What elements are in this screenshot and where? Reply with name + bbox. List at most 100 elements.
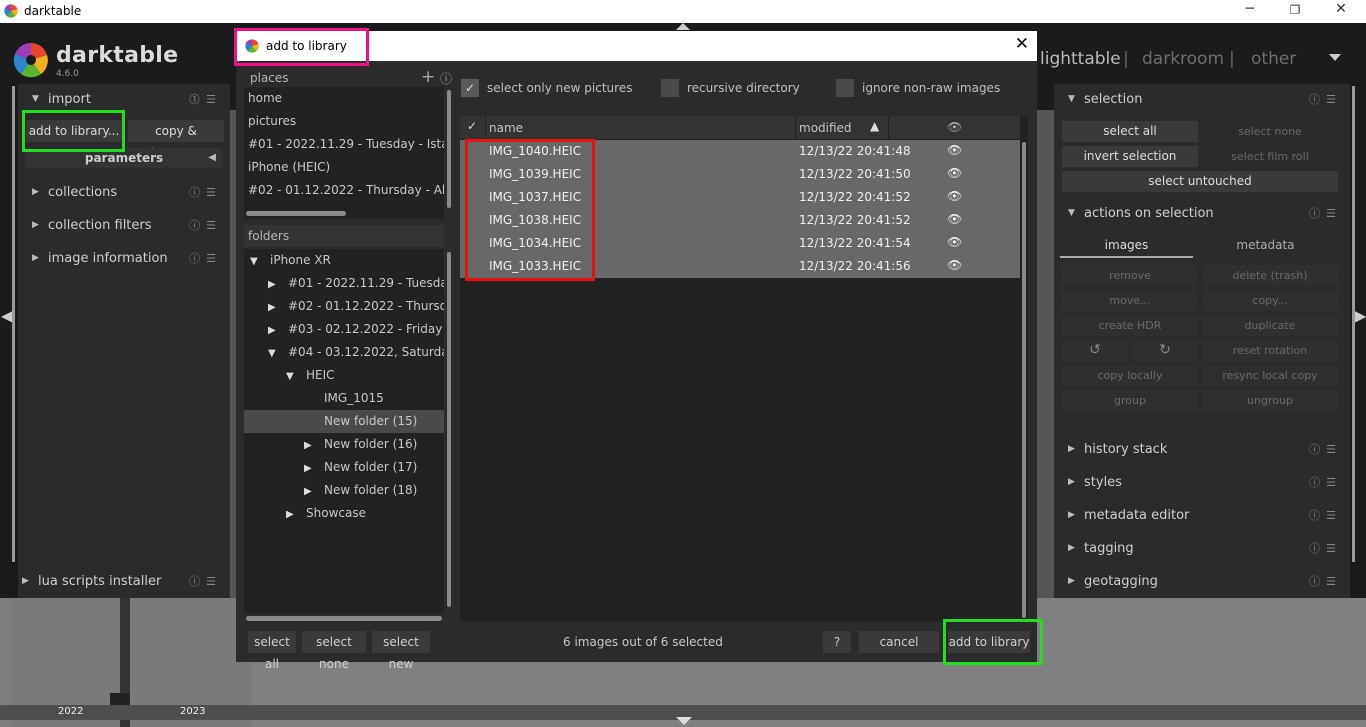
invert-selection-button[interactable]: invert selection bbox=[1062, 146, 1198, 167]
collapsed-arrow-icon[interactable]: ▶ bbox=[268, 319, 284, 341]
right-scrollbar[interactable] bbox=[1352, 86, 1355, 562]
preview-eye-icon[interactable]: 👁 bbox=[947, 143, 962, 157]
folder-item[interactable]: ▶ New folder (16) bbox=[244, 433, 444, 456]
places-hscrollbar[interactable] bbox=[246, 211, 346, 216]
expanded-arrow-icon[interactable]: ▼ bbox=[286, 365, 302, 387]
place-item[interactable]: home bbox=[244, 87, 282, 110]
module-icons[interactable]: ⓘ☰ bbox=[189, 573, 222, 589]
copy-locally-button[interactable]: copy locally bbox=[1062, 365, 1198, 386]
views-dropdown-icon[interactable] bbox=[1329, 54, 1341, 61]
place-item[interactable]: iPhone (HEIC) bbox=[244, 156, 330, 179]
info-icon[interactable]: ⓘ bbox=[440, 70, 452, 87]
collapsed-arrow-icon[interactable]: ▶ bbox=[268, 296, 284, 318]
copy-button[interactable]: copy... bbox=[1202, 290, 1338, 311]
folder-item[interactable]: New folder (15) bbox=[244, 410, 444, 433]
tab-metadata[interactable]: metadata bbox=[1199, 234, 1332, 258]
bottom-panel-toggle-icon[interactable] bbox=[676, 717, 692, 725]
folder-item[interactable]: ▼ iPhone XR bbox=[244, 249, 444, 272]
checkbox-checked[interactable]: ✓ bbox=[461, 79, 479, 97]
checkbox[interactable] bbox=[661, 79, 679, 97]
select-all-button[interactable]: select all bbox=[1062, 121, 1198, 142]
lua-scripts-module-header[interactable]: ▶ lua scripts installer ⓘ☰ bbox=[8, 568, 230, 594]
right-panel-toggle-icon[interactable]: ▶ bbox=[1354, 306, 1366, 325]
close-icon[interactable]: ✕ bbox=[1331, 1, 1351, 17]
folders-hscrollbar[interactable] bbox=[246, 616, 442, 621]
actions-module-header[interactable]: ▼ actions on selection ⓘ☰ bbox=[1054, 200, 1350, 226]
create-hdr-button[interactable]: create HDR bbox=[1062, 315, 1198, 336]
module-icons[interactable]: ⓘ☰ bbox=[189, 184, 222, 200]
restore-icon[interactable]: ❐ bbox=[1285, 3, 1305, 17]
expanded-arrow-icon[interactable]: ▼ bbox=[250, 250, 266, 272]
place-item[interactable]: #02 - 01.12.2022 - Thursday - Alanya bbox=[244, 179, 444, 202]
folder-item[interactable]: ▶ #01 - 2022.11.29 - Tuesday - Istan bbox=[244, 272, 444, 295]
top-panel-toggle-icon[interactable] bbox=[676, 23, 690, 30]
view-lighttable[interactable]: lighttable bbox=[1040, 49, 1121, 69]
select-all-footer-button[interactable]: select all bbox=[248, 631, 296, 671]
folder-item[interactable]: ▶ #03 - 02.12.2022 - Friday - Alany bbox=[244, 318, 444, 341]
module-icons[interactable]: ⓘ☰ bbox=[1309, 91, 1342, 107]
dialog-close-icon[interactable]: ✕ bbox=[1015, 34, 1029, 54]
folder-item[interactable]: IMG_1015 bbox=[244, 387, 444, 410]
geotagging-module-header[interactable]: ▶ geotagging ⓘ☰ bbox=[1054, 568, 1350, 594]
collapsed-arrow-icon[interactable]: ▶ bbox=[304, 480, 320, 502]
rotate-cw-icon[interactable]: ↻ bbox=[1132, 340, 1198, 361]
group-button[interactable]: group bbox=[1062, 390, 1198, 411]
expanded-arrow-icon[interactable]: ▼ bbox=[268, 342, 284, 364]
minimize-icon[interactable]: ─ bbox=[1240, 1, 1260, 17]
preview-eye-icon[interactable]: 👁 bbox=[947, 212, 962, 226]
ungroup-button[interactable]: ungroup bbox=[1202, 390, 1338, 411]
folder-item[interactable]: ▶ Showcase bbox=[244, 502, 444, 525]
select-untouched-button[interactable]: select untouched bbox=[1062, 171, 1338, 192]
view-other[interactable]: other bbox=[1251, 49, 1296, 69]
module-icons[interactable]: ⓘ☰ bbox=[1309, 205, 1342, 221]
select-film-roll-button[interactable]: select film roll bbox=[1202, 146, 1338, 167]
add-place-icon[interactable]: + bbox=[421, 67, 435, 87]
preview-eye-icon[interactable]: 👁 bbox=[947, 166, 962, 180]
collection-filters-module-header[interactable]: ▶ collection filters ⓘ☰ bbox=[18, 212, 230, 238]
select-only-new-option[interactable]: ✓ select only new pictures bbox=[461, 77, 632, 99]
delete-trash-button[interactable]: delete (trash) bbox=[1202, 265, 1338, 286]
module-icons[interactable]: ⓘ☰ bbox=[1309, 441, 1342, 457]
import-module-header[interactable]: ▼ import ⓵☰ bbox=[18, 86, 230, 112]
place-item[interactable]: pictures bbox=[244, 110, 296, 133]
module-icons[interactable]: ⓘ☰ bbox=[189, 217, 222, 233]
module-icons[interactable]: ⓵☰ bbox=[189, 91, 222, 107]
folder-item[interactable]: ▶ New folder (17) bbox=[244, 456, 444, 479]
remove-button[interactable]: remove bbox=[1062, 265, 1198, 286]
collections-module-header[interactable]: ▶ collections ⓘ☰ bbox=[18, 179, 230, 205]
collapsed-arrow-icon[interactable]: ▶ bbox=[268, 273, 284, 295]
module-icons[interactable]: ⓘ☰ bbox=[1309, 573, 1342, 589]
move-button[interactable]: move... bbox=[1062, 290, 1198, 311]
view-darkroom[interactable]: darkroom bbox=[1142, 49, 1224, 69]
recursive-directory-option[interactable]: recursive directory bbox=[661, 77, 800, 99]
duplicate-button[interactable]: duplicate bbox=[1202, 315, 1338, 336]
collapsed-arrow-icon[interactable]: ▶ bbox=[286, 503, 302, 525]
history-stack-module-header[interactable]: ▶ history stack ⓘ☰ bbox=[1054, 436, 1350, 462]
preview-column-eye-icon[interactable]: 👁 bbox=[947, 120, 962, 134]
collapsed-arrow-icon[interactable]: ▶ bbox=[304, 457, 320, 479]
selection-module-header[interactable]: ▼ selection ⓘ☰ bbox=[1054, 86, 1350, 112]
ignore-nonraw-option[interactable]: ignore non-raw images bbox=[836, 77, 1000, 99]
help-button[interactable]: ? bbox=[823, 631, 851, 653]
module-icons[interactable]: ⓘ☰ bbox=[1309, 540, 1342, 556]
metadata-editor-module-header[interactable]: ▶ metadata editor ⓘ☰ bbox=[1054, 502, 1350, 528]
preview-eye-icon[interactable]: 👁 bbox=[947, 258, 962, 272]
resync-local-copy-button[interactable]: resync local copy bbox=[1202, 365, 1338, 386]
cancel-button[interactable]: cancel bbox=[859, 631, 939, 653]
rotate-ccw-icon[interactable]: ↺ bbox=[1062, 340, 1128, 361]
select-none-footer-button[interactable]: select none bbox=[302, 631, 366, 671]
styles-module-header[interactable]: ▶ styles ⓘ☰ bbox=[1054, 469, 1350, 495]
left-scrollbar[interactable] bbox=[12, 86, 15, 562]
checkbox[interactable] bbox=[836, 79, 854, 97]
folder-item[interactable]: ▶ #02 - 01.12.2022 - Thursday - Ala bbox=[244, 295, 444, 318]
place-item[interactable]: #01 - 2022.11.29 - Tuesday - Istanbul Sa… bbox=[244, 133, 444, 156]
name-column-header[interactable]: name bbox=[489, 121, 523, 135]
sort-ascending-icon[interactable]: ▲ bbox=[870, 119, 879, 133]
collapsed-arrow-icon[interactable]: ▶ bbox=[304, 434, 320, 456]
select-new-footer-button[interactable]: select new bbox=[372, 631, 430, 671]
folder-item[interactable]: ▼ HEIC bbox=[244, 364, 444, 387]
folder-item[interactable]: ▶ New folder (18) bbox=[244, 479, 444, 502]
copy-import-button[interactable]: copy & import... bbox=[128, 120, 224, 160]
check-column-header[interactable]: ✓ bbox=[467, 119, 477, 133]
tab-images[interactable]: images bbox=[1060, 234, 1193, 258]
